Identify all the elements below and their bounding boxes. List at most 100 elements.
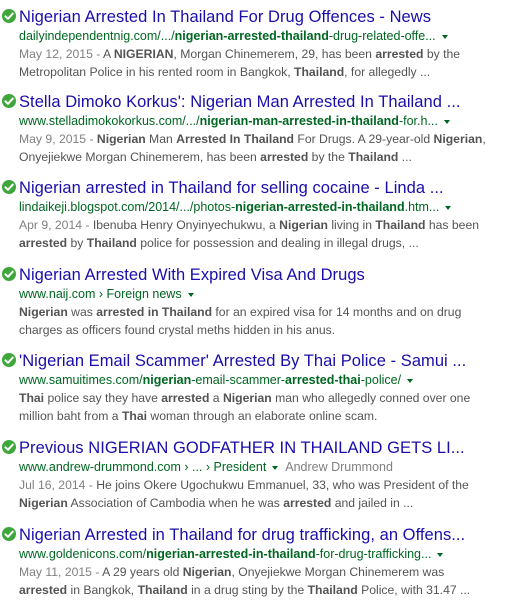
result-date: May 9, 2015 -	[19, 132, 97, 146]
highlight-term: Thailand	[86, 236, 137, 250]
snippet-line: charges as officers found crystal meths …	[19, 321, 519, 339]
snippet-text: He joins Okere Ugochukwu Emmanuel, 33, w…	[96, 478, 469, 492]
result-date: Apr 9, 2014 -	[19, 218, 93, 232]
highlight-term: Nigerian	[19, 305, 68, 319]
url-segment: -for-drug-trafficking...	[315, 547, 432, 561]
highlight-term: Nigerian	[433, 132, 483, 146]
highlight-term: Thailand	[137, 583, 188, 597]
result-snippet: May 12, 2015 - A NIGERIAN, Morgan Chinem…	[0, 45, 523, 81]
highlight-term: arrested in Thailand	[96, 305, 213, 319]
highlight-term: Thailand	[375, 218, 426, 232]
result-date: May 12, 2015 -	[19, 47, 104, 61]
caret-down-icon[interactable]	[445, 205, 452, 210]
result-title-row: Previous NIGERIAN GODFATHER IN THAILAND …	[0, 437, 523, 459]
url-segment: .htm...	[404, 200, 440, 214]
url-segment: nigerian-arrested-thailand	[174, 29, 329, 43]
caret-down-icon[interactable]	[441, 34, 448, 39]
url-segment: nigerian-arrested-in-thailand	[146, 547, 316, 561]
snippet-text: and jailed in ...	[331, 496, 414, 510]
result-url[interactable]: www.naij.com › Foreign news	[0, 286, 523, 303]
url-segment: dailyindependentnig.com/.../	[19, 29, 175, 43]
result-url[interactable]: www.stelladimokokorkus.com/.../nigerian-…	[0, 113, 523, 130]
snippet-line: May 11, 2015 - A 29 years old Nigerian, …	[19, 563, 519, 581]
result-title-link[interactable]: Nigerian arrested in Thailand for sellin…	[19, 179, 444, 197]
snippet-text: , for allegedly ...	[344, 65, 431, 79]
snippet-text: by	[67, 236, 87, 250]
snippet-line: Jul 16, 2014 - He joins Okere Ugochukwu …	[19, 476, 519, 494]
result-title-row: Nigerian Arrested in Thailand for drug t…	[0, 524, 523, 546]
search-results: Nigerian Arrested In Thailand For Drug O…	[0, 0, 523, 603]
highlight-term: Thailand	[348, 150, 399, 164]
url-segment: -police/	[360, 373, 402, 387]
snippet-text: by the	[308, 150, 349, 164]
snippet-line: Metropolitan Police in his rented room i…	[19, 63, 519, 81]
caret-down-icon[interactable]	[443, 119, 450, 124]
snippet-text: , Onyejiekwe Morgan Chinemerem was	[231, 565, 445, 579]
snippet-text: ,	[482, 132, 486, 146]
result-title-row: 'Nigerian Email Scammer' Arrested By Tha…	[0, 350, 523, 372]
search-result: Stella Dimoko Korkus': Nigerian Man Arre…	[0, 91, 523, 166]
result-url[interactable]: lindaikeji.blogspot.com/2014/.../photos-…	[0, 199, 523, 216]
snippet-text: Man	[145, 132, 177, 146]
highlight-term: arrested	[19, 583, 68, 597]
url-segment: arrested-thai	[285, 373, 361, 387]
url-segment: -email-scammer-	[191, 373, 286, 387]
result-title-row: Nigerian Arrested With Expired Visa And …	[0, 264, 523, 286]
highlight-term: Nigerian	[96, 132, 146, 146]
highlight-term: Arrested In Thailand	[176, 132, 294, 146]
result-title-row: Nigerian Arrested In Thailand For Drug O…	[0, 6, 523, 28]
caret-down-icon[interactable]	[437, 552, 444, 557]
url-segment: www.goldenicons.com/	[19, 547, 147, 561]
caret-down-icon[interactable]	[187, 292, 194, 297]
snippet-line: May 12, 2015 - A NIGERIAN, Morgan Chinem…	[19, 45, 519, 63]
check-circle-icon	[2, 180, 16, 194]
search-result: Nigerian Arrested With Expired Visa And …	[0, 264, 523, 339]
url-segment: www.stelladimokokorkus.com/.../	[19, 114, 200, 128]
result-url[interactable]: dailyindependentnig.com/.../nigerian-arr…	[0, 28, 523, 45]
result-url[interactable]: www.goldenicons.com/nigerian-arrested-in…	[0, 546, 523, 563]
result-title-link[interactable]: Previous NIGERIAN GODFATHER IN THAILAND …	[19, 439, 465, 457]
search-result: Nigerian Arrested in Thailand for drug t…	[0, 524, 523, 599]
highlight-term: Thai	[121, 409, 148, 423]
result-snippet: Nigerian was arrested in Thailand for an…	[0, 303, 523, 339]
result-url[interactable]: www.andrew-drummond.com › ... › Presiden…	[0, 459, 523, 476]
search-result: Nigerian Arrested In Thailand For Drug O…	[0, 6, 523, 81]
result-author: Andrew Drummond	[278, 460, 393, 474]
snippet-text: a	[209, 391, 223, 405]
snippet-text: in Bangkok,	[67, 583, 138, 597]
snippet-text: , Morgan Chinemerem, 29, has been	[173, 47, 376, 61]
result-title-link[interactable]: Nigerian Arrested In Thailand For Drug O…	[19, 8, 431, 26]
highlight-term: arrested	[375, 47, 424, 61]
snippet-text: Metropolitan Police in his rented room i…	[19, 65, 295, 79]
highlight-term: Thai	[19, 391, 45, 405]
caret-down-icon[interactable]	[407, 378, 414, 383]
result-title-link[interactable]: Nigerian Arrested in Thailand for drug t…	[19, 526, 465, 544]
snippet-text: by the	[423, 47, 461, 61]
snippet-text: man who allegedly conned over one	[271, 391, 471, 405]
highlight-term: Nigerian	[222, 391, 272, 405]
snippet-text: Police, with 31.47 ...	[357, 583, 471, 597]
snippet-text: woman through an elaborate online scam.	[147, 409, 378, 423]
url-segment: www.andrew-drummond.com › ... › Presiden…	[19, 460, 267, 474]
highlight-term: arrested	[161, 391, 210, 405]
snippet-text: million baht from a	[19, 409, 122, 423]
result-url[interactable]: www.samuitimes.com/nigerian-email-scamme…	[0, 372, 523, 389]
snippet-text: For Drugs. A 29-year-old	[294, 132, 434, 146]
highlight-term: Nigerian	[279, 218, 328, 232]
highlight-term: NIGERIAN	[113, 47, 174, 61]
snippet-text: charges as officers found crystal meths …	[19, 323, 336, 337]
result-title-link[interactable]: Stella Dimoko Korkus': Nigerian Man Arre…	[19, 93, 460, 111]
url-segment: nigerian-arrested-in-thailand	[235, 200, 405, 214]
snippet-line: arrested by Thailand police for possessi…	[19, 234, 519, 252]
result-title-link[interactable]: 'Nigerian Email Scammer' Arrested By Tha…	[19, 352, 466, 370]
result-title-link[interactable]: Nigerian Arrested With Expired Visa And …	[19, 266, 365, 284]
snippet-text: Association of Cambodia when he was	[67, 496, 284, 510]
snippet-text: in a drug sting by the	[187, 583, 308, 597]
check-circle-icon	[2, 9, 16, 23]
result-date: May 11, 2015 -	[19, 565, 103, 579]
url-segment: lindaikeji.blogspot.com/2014/.../photos-	[19, 200, 236, 214]
highlight-term: arrested	[19, 236, 68, 250]
snippet-text: ...	[398, 150, 412, 164]
result-snippet: Jul 16, 2014 - He joins Okere Ugochukwu …	[0, 476, 523, 512]
check-circle-icon	[2, 353, 16, 367]
